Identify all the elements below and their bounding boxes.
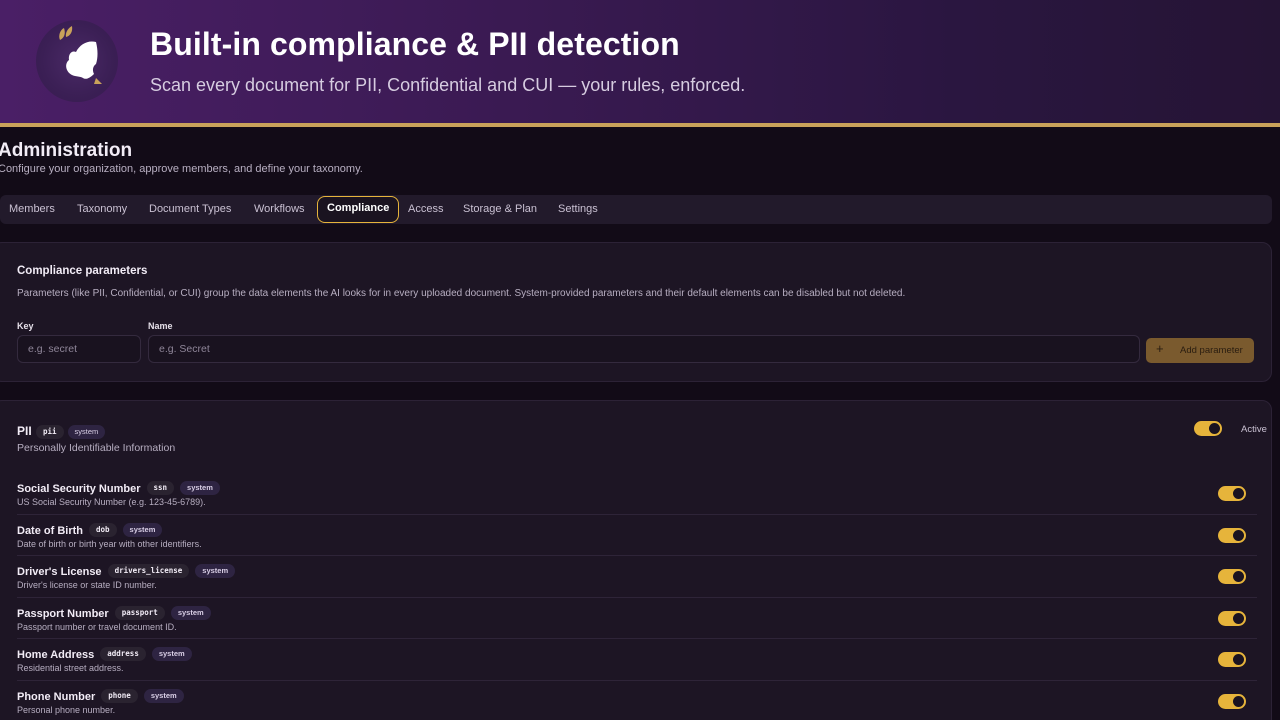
element-name: Phone Number — [17, 690, 96, 703]
element-toggle[interactable] — [1218, 569, 1246, 584]
compliance-parameters-card: Compliance parameters Parameters (like P… — [0, 242, 1272, 382]
toggle-knob — [1233, 529, 1244, 541]
key-label: Key — [17, 321, 34, 331]
element-key-badge: drivers_license — [107, 564, 190, 578]
brand-logo-icon — [36, 20, 118, 102]
tab-workflows[interactable]: Workflows — [245, 197, 314, 222]
element-description: Date of birth or birth year with other i… — [17, 538, 202, 549]
system-badge: system — [122, 522, 163, 537]
element-key-badge: phone — [101, 688, 138, 703]
element-toggle[interactable] — [1218, 486, 1246, 501]
banner-divider — [0, 123, 1280, 127]
tab-settings[interactable]: Settings — [549, 197, 607, 222]
element-description: Passport number or travel document ID. — [17, 621, 177, 632]
parameter-active-toggle[interactable] — [1194, 421, 1222, 436]
element-toggle[interactable] — [1218, 610, 1246, 626]
toggle-knob — [1233, 571, 1244, 582]
banner-title: Built-in compliance & PII detection — [150, 26, 680, 62]
element-name: Home Address — [17, 648, 95, 661]
element-toggle[interactable] — [1218, 693, 1246, 709]
list-item: Date of Birth dob system Date of birth or … — [17, 515, 1257, 556]
parameter-description: Personally Identifiable Information — [17, 442, 176, 454]
page-subtitle: Configure your organization, approve mem… — [0, 163, 363, 175]
parameter-badges: pii system — [36, 423, 109, 441]
name-input[interactable] — [148, 335, 1140, 363]
section-description: Parameters (like PII, Confidential, or C… — [17, 288, 906, 299]
element-description: Driver's license or state ID number. — [17, 580, 157, 590]
key-input[interactable] — [17, 335, 141, 363]
tab-taxonomy[interactable]: Taxonomy — [68, 197, 136, 222]
list-item: Phone Number phone system Personal phone n… — [17, 681, 1257, 720]
element-name: Social Security Number — [17, 482, 141, 495]
list-item: Social Security Number ssn system US Socia… — [17, 473, 1257, 515]
add-parameter-button[interactable]: + Add parameter — [1146, 338, 1254, 363]
pii-parameter-card: PII pii system Personally Identifiable In… — [0, 400, 1272, 720]
system-badge: system — [180, 481, 220, 495]
toggle-knob — [1233, 612, 1244, 624]
element-description: Residential street address. — [17, 663, 124, 673]
element-description: US Social Security Number (e.g. 123-45-6… — [17, 497, 206, 507]
page-title: Administration — [0, 140, 133, 161]
tab-access[interactable]: Access — [399, 197, 452, 222]
banner-subtitle: Scan every document for PII, Confidentia… — [150, 75, 746, 95]
toggle-knob — [1233, 488, 1244, 499]
tab-storage-plan[interactable]: Storage & Plan — [454, 197, 546, 222]
element-key-badge: passport — [114, 605, 165, 620]
plus-icon: + — [1156, 341, 1164, 356]
name-label: Name — [148, 321, 173, 331]
element-name: Driver's License — [17, 565, 102, 578]
admin-tabs: Members Taxonomy Document Types Workflow… — [0, 195, 1272, 224]
toggle-knob — [1233, 654, 1244, 665]
element-key-badge: address — [100, 647, 146, 661]
system-badge: system — [151, 647, 192, 661]
system-badge: system — [195, 564, 236, 578]
system-badge: system — [170, 605, 211, 620]
parameter-key-badge: pii — [36, 424, 64, 439]
toggle-knob — [1209, 423, 1220, 434]
toggle-knob — [1233, 695, 1244, 707]
system-badge: system — [143, 688, 184, 703]
tab-compliance[interactable]: Compliance — [317, 196, 400, 223]
active-label: Active — [1241, 424, 1267, 435]
parameter-name: PII — [17, 424, 32, 438]
add-parameter-label: Add parameter — [1180, 345, 1243, 356]
tab-members[interactable]: Members — [0, 197, 64, 222]
element-toggle[interactable] — [1218, 527, 1246, 543]
list-item: Driver's License drivers_license system Dr… — [17, 556, 1257, 598]
element-key-badge: ssn — [146, 481, 175, 495]
element-name: Passport Number — [17, 607, 109, 620]
tab-document-types[interactable]: Document Types — [140, 197, 240, 222]
element-description: Personal phone number. — [17, 704, 116, 715]
element-toggle[interactable] — [1218, 652, 1246, 667]
list-item: Passport Number passport system Passport n… — [17, 598, 1257, 639]
section-title: Compliance parameters — [17, 265, 148, 277]
element-key-badge: dob — [89, 522, 117, 537]
system-badge: system — [67, 424, 106, 439]
list-item: Home Address address system Residential st… — [17, 639, 1257, 681]
element-name: Date of Birth — [17, 524, 83, 537]
element-list: Social Security Number ssn system US Socia… — [17, 473, 1257, 720]
